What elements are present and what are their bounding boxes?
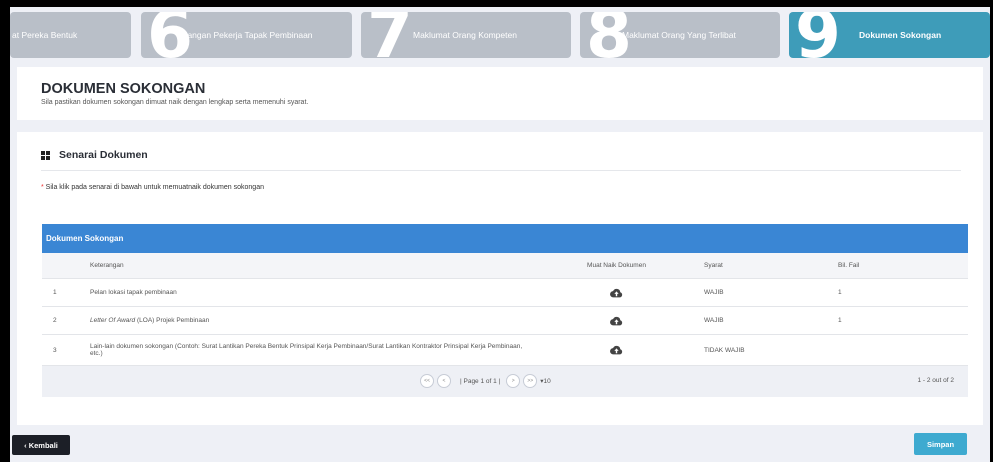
step-6-label: Bilangan Pekerja Tapak Pembinaan: [178, 30, 313, 40]
wizard-steps: at Pereka Bentuk 6 Bilangan Pekerja Tapa…: [10, 12, 990, 58]
row-bil-fail: [827, 335, 968, 365]
row-number: 1: [53, 289, 57, 296]
step-9[interactable]: 9 Dokumen Sokongan: [789, 12, 990, 58]
cloud-upload-icon[interactable]: [610, 316, 623, 326]
col-header-syarat: Syarat: [704, 262, 723, 269]
document-list-card: Senarai Dokumen * Sila klik pada senarai…: [17, 132, 983, 425]
upload-cell: [540, 335, 693, 365]
page-range: 1 - 2 out of 2: [917, 377, 955, 384]
documents-table: Dokumen Sokongan Keterangan Muat Naik Do…: [42, 224, 968, 397]
table-row[interactable]: 1 Pelan lokasi tapak pembinaan WAJIB 1: [42, 279, 968, 307]
col-header-keterangan: Keterangan: [90, 262, 124, 269]
row-description-text: Lain-lain dokumen sokongan (Contoh: Sura…: [90, 342, 523, 357]
step-8-label: Maklumat Orang Yang Terlibat: [622, 30, 736, 40]
row-description-text: Pelan lokasi tapak pembinaan: [90, 289, 177, 296]
step-6[interactable]: 6 Bilangan Pekerja Tapak Pembinaan: [141, 12, 352, 58]
page-subtitle: Sila pastikan dokumen sokongan dimuat na…: [41, 99, 309, 106]
col-header-muat-naik: Muat Naik Dokumen: [587, 262, 646, 269]
pagination-bar: << < | Page 1 of 1 | > >> ▾10 1 - 2 out …: [42, 366, 968, 397]
row-syarat: WAJIB: [704, 317, 724, 324]
step-8[interactable]: 8 Maklumat Orang Yang Terlibat: [580, 12, 780, 58]
step-9-label: Dokumen Sokongan: [859, 30, 942, 40]
row-number: 3: [53, 346, 57, 354]
cloud-upload-icon[interactable]: [610, 288, 623, 298]
table-row[interactable]: 2 Letter Of Award (LOA) Projek Pembinaan…: [42, 307, 968, 335]
upload-cell: [540, 279, 693, 306]
row-description: Pelan lokasi tapak pembinaan: [84, 279, 540, 306]
upload-cell: [540, 307, 693, 334]
row-description: Lain-lain dokumen sokongan (Contoh: Sura…: [84, 335, 540, 365]
section-divider: [41, 170, 961, 171]
pagination-controls: << < | Page 1 of 1 | > >> ▾10: [420, 374, 551, 388]
instruction-text: Sila klik pada senarai di bawah untuk me…: [43, 184, 264, 191]
next-page-button[interactable]: >: [506, 374, 521, 388]
cloud-upload-icon[interactable]: [610, 345, 623, 355]
step-7-label: Maklumat Orang Kompeten: [413, 30, 517, 40]
row-description: Letter Of Award (LOA) Projek Pembinaan: [84, 307, 540, 334]
last-page-button[interactable]: >>: [523, 374, 538, 388]
row-description-text: (LOA) Projek Pembinaan: [135, 317, 210, 324]
app-frame: at Pereka Bentuk 6 Bilangan Pekerja Tapa…: [10, 7, 990, 462]
row-bil-fail: 1: [838, 289, 842, 296]
section-title: Senarai Dokumen: [59, 149, 148, 161]
back-button[interactable]: ‹ Kembali: [12, 435, 70, 455]
header-card: DOKUMEN SOKONGAN Sila pastikan dokumen s…: [17, 67, 983, 120]
step-7[interactable]: 7 Maklumat Orang Kompeten: [361, 12, 571, 58]
step-9-number: 9: [795, 12, 841, 58]
row-syarat: WAJIB: [704, 289, 724, 296]
row-syarat: TIDAK WAJIB: [704, 346, 745, 354]
step-7-number: 7: [367, 12, 413, 58]
col-header-bil-fail: Bil. Fail: [838, 262, 860, 269]
step-5[interactable]: at Pereka Bentuk: [10, 12, 131, 58]
save-button[interactable]: Simpan: [914, 433, 967, 455]
table-header-row: Keterangan Muat Naik Dokumen Syarat Bil.…: [42, 253, 968, 279]
row-description-italic: Letter Of Award: [90, 317, 136, 324]
table-row[interactable]: 3 Lain-lain dokumen sokongan (Contoh: Su…: [42, 335, 968, 366]
section-header: Senarai Dokumen: [41, 149, 148, 161]
table-title: Dokumen Sokongan: [42, 224, 968, 253]
row-bil-fail: 1: [838, 317, 842, 324]
grid-icon: [41, 150, 50, 160]
page-indicator: | Page 1 of 1 |: [460, 377, 501, 385]
step-5-label: at Pereka Bentuk: [12, 30, 78, 40]
row-number: 2: [53, 317, 57, 324]
col-header-no: [42, 253, 84, 278]
prev-page-button[interactable]: <: [437, 374, 451, 388]
first-page-button[interactable]: <<: [420, 374, 434, 388]
page-size-select[interactable]: ▾10: [540, 377, 551, 385]
instruction-note: * Sila klik pada senarai di bawah untuk …: [41, 184, 264, 191]
page-title: DOKUMEN SOKONGAN: [41, 81, 206, 97]
